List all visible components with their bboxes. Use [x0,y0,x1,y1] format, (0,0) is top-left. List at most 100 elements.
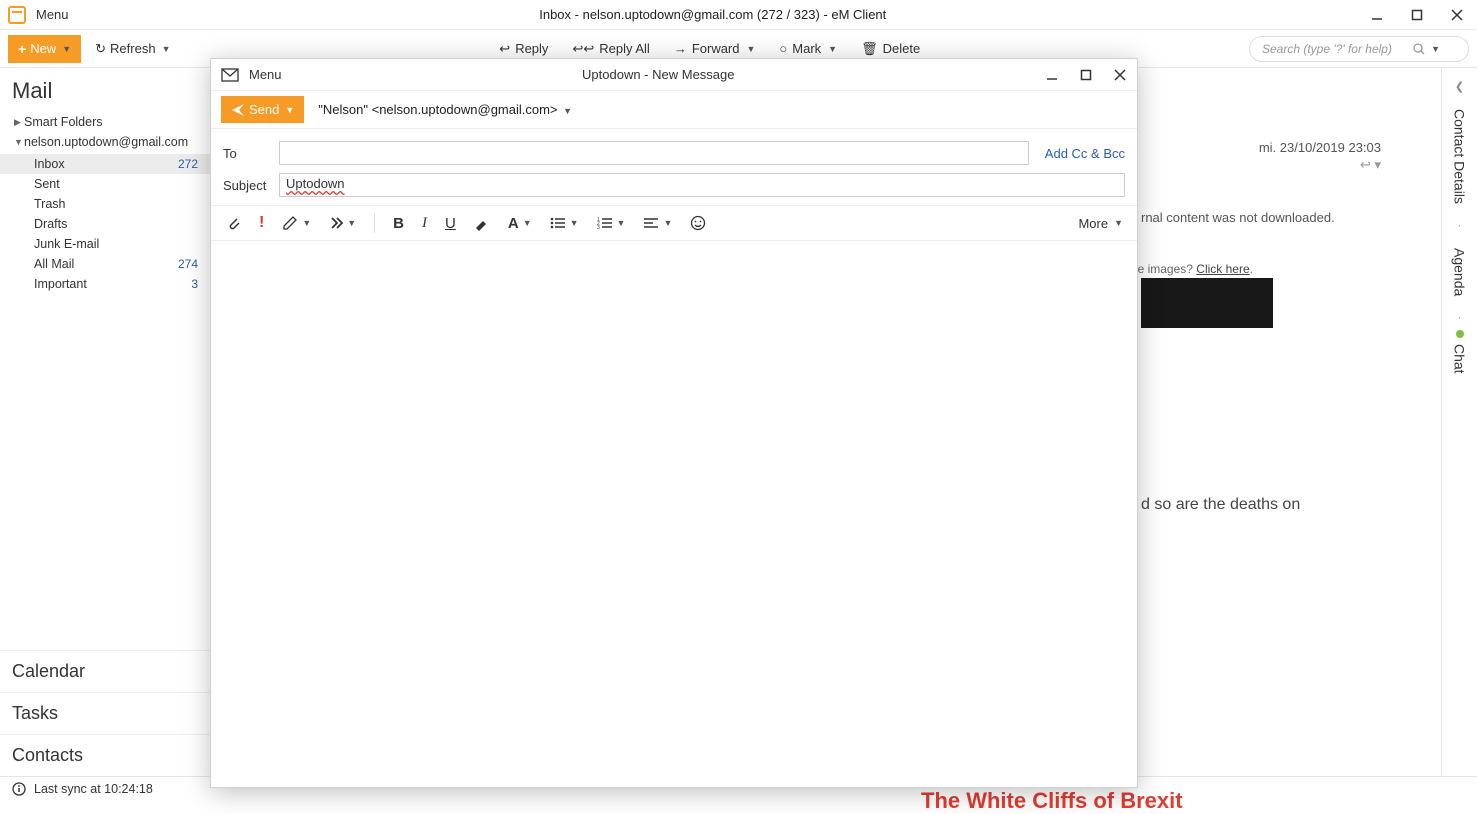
contact-details-tab[interactable]: Contact Details [1452,99,1468,214]
folder-count: 3 [191,277,198,291]
window-close-button[interactable] [1437,0,1477,30]
subject-input[interactable]: Uptodown [279,173,1125,197]
compose-menu-button[interactable]: Menu [249,67,282,82]
format-toolbar: ! ▼ ▼ B I U A▼ ▼ 123▼ ▼ More▼ [211,205,1137,241]
folder-count: 272 [178,157,198,171]
refresh-icon: ↻ [95,41,106,57]
folder-sent[interactable]: Sent [0,174,210,194]
send-label: Send [249,102,279,117]
to-input[interactable] [279,141,1029,165]
to-label: To [223,146,269,161]
window-minimize-button[interactable] [1357,0,1397,30]
compose-minimize-button[interactable] [1035,59,1069,91]
folder-count: 274 [178,257,198,271]
compose-maximize-button[interactable] [1069,59,1103,91]
chevron-right-icon: ▶ [14,117,24,128]
delete-button[interactable]: 🗑 Delete [861,41,920,57]
sidebar: Mail ▶ Smart Folders ▼ nelson.uptodown@g… [0,68,211,776]
last-sync-text: Last sync at 10:24:18 [34,782,153,796]
envelope-icon [221,68,239,82]
chevron-down-icon: ▼ [14,137,24,147]
mark-button[interactable]: ○ Mark ▼ [779,41,837,57]
tasks-section[interactable]: Tasks [0,692,210,734]
quick-text-icon[interactable]: ▼ [329,216,356,230]
folder-inbox[interactable]: Inbox272 [0,154,210,174]
priority-icon[interactable]: ! [259,214,264,232]
chat-tab[interactable]: Chat [1452,342,1468,384]
text-highlight-icon[interactable] [474,215,490,231]
mail-section-title: Mail [0,68,210,112]
title-bar: Menu Inbox - nelson.uptodown@gmail.com (… [0,0,1477,30]
compose-body[interactable] [211,241,1137,787]
align-button[interactable]: ▼ [643,216,672,230]
chevron-down-icon: ▼ [162,44,171,54]
click-here-link[interactable]: Click here [1196,262,1249,276]
underline-button[interactable]: U [445,215,456,232]
font-color-button[interactable]: A▼ [508,215,532,232]
bullet-list-button[interactable]: ▼ [550,216,579,230]
window-maximize-button[interactable] [1397,0,1437,30]
account-node[interactable]: ▼ nelson.uptodown@gmail.com [0,132,210,152]
add-cc-bcc-link[interactable]: Add Cc & Bcc [1045,146,1125,161]
email-body-text: d so are the deaths on [1141,496,1381,514]
separator-dot: · [1458,220,1462,232]
email-headline: The White Cliffs of Brexit [921,788,1183,814]
folder-label: Junk E-mail [34,237,99,251]
search-input[interactable]: Search (type '?' for help) ▼ [1249,36,1469,62]
right-sidebar: ❮ Contact Details · Agenda · Chat [1441,68,1477,776]
main-menu-button[interactable]: Menu [36,7,69,22]
folder-all-mail[interactable]: All Mail 274 [0,254,210,274]
folder-drafts[interactable]: Drafts [0,214,210,234]
search-placeholder: Search (type '?' for help) [1262,42,1392,56]
reply-all-button[interactable]: ↩↩ Reply All [572,41,649,57]
chevron-down-icon: ▼ [563,106,572,116]
from-address[interactable]: "Nelson" <nelson.uptodown@gmail.com> ▼ [318,102,572,117]
chevron-down-icon: ▼ [828,44,837,54]
subject-value: Uptodown [286,176,345,191]
collapse-right-icon[interactable]: ❮ [1455,80,1464,93]
italic-button[interactable]: I [422,215,427,232]
plus-icon: + [18,41,26,57]
attach-icon[interactable] [225,215,241,231]
folder-label: Drafts [34,217,67,231]
refresh-label: Refresh [110,41,156,56]
new-button[interactable]: + New ▼ [8,35,81,63]
chevron-down-icon: ▼ [747,44,756,54]
emoji-button[interactable] [690,215,706,231]
bold-button[interactable]: B [393,215,404,232]
calendar-section[interactable]: Calendar [0,650,210,692]
separator-dot: · [1458,312,1462,324]
app-logo-icon [8,6,26,24]
reply-arrow-icon[interactable]: ↩ ▾ [1360,157,1381,172]
reply-label: Reply [515,41,548,56]
send-button[interactable]: Send ▼ [221,96,304,123]
message-date: mi. 23/10/2019 23:03 ↩ ▾ [1259,140,1381,173]
smart-folders[interactable]: ▶ Smart Folders [0,112,210,132]
number-list-button[interactable]: 123▼ [597,216,626,230]
folder-label: All Mail [34,257,74,271]
reply-all-icon: ↩↩ [572,41,594,57]
forward-button[interactable]: → Forward ▼ [674,41,756,57]
window-title: Inbox - nelson.uptodown@gmail.com (272 /… [69,7,1357,22]
highlight-icon[interactable]: ▼ [282,215,311,231]
compose-window: Menu Uptodown - New Message Send ▼ "Nels… [210,58,1138,788]
folder-trash[interactable]: Trash [0,194,210,214]
svg-text:3: 3 [597,225,600,230]
folder-junk-e-mail[interactable]: Junk E-mail [0,234,210,254]
refresh-button[interactable]: ↻ Refresh ▼ [95,41,170,57]
more-formatting-button[interactable]: More▼ [1078,216,1123,231]
external-content-warning: rnal content was not downloaded. [1141,210,1381,225]
mark-label: Mark [792,41,821,56]
email-header-image [1141,278,1273,328]
reply-button[interactable]: ↩ Reply [499,41,548,57]
folder-important[interactable]: Important 3 [0,274,210,294]
info-icon [12,782,26,796]
contacts-section[interactable]: Contacts [0,734,210,776]
status-online-icon [1456,330,1464,338]
mark-icon: ○ [779,41,787,56]
folder-label: Important [34,277,87,291]
reply-all-label: Reply All [599,41,650,56]
delete-label: Delete [883,41,921,56]
agenda-tab[interactable]: Agenda [1452,238,1468,306]
compose-close-button[interactable] [1103,59,1137,91]
